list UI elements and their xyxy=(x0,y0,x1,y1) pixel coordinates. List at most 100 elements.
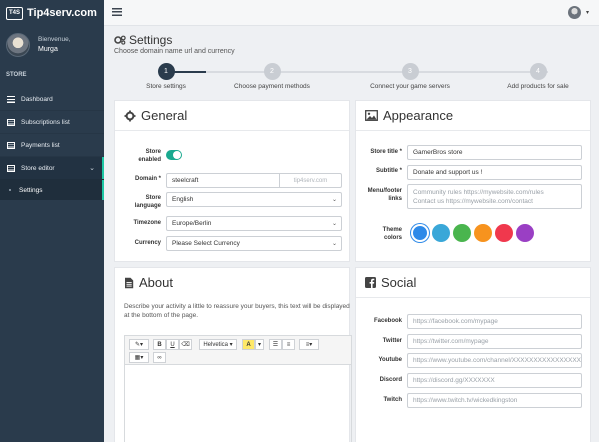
step-3[interactable]: 3 Connect your game servers xyxy=(350,63,470,90)
avatar[interactable] xyxy=(6,33,30,57)
sidebar-item-payments[interactable]: Payments list xyxy=(0,134,104,157)
bullet-icon xyxy=(9,189,11,191)
text-color-icon[interactable]: A xyxy=(242,339,255,350)
sidebar-item-label: Payments list xyxy=(21,141,60,149)
chevron-down-icon: ⌄ xyxy=(331,197,337,203)
twitter-input[interactable]: https://twitter.com/mypage xyxy=(407,334,582,349)
sidebar-section-label: STORE xyxy=(6,72,27,78)
page-title: Settings xyxy=(114,33,172,47)
timezone-select[interactable]: Europe/Berlin ⌄ xyxy=(166,216,342,231)
twitch-input[interactable]: https://www.twitch.tv/wickedkingston xyxy=(407,393,582,408)
store-language-select[interactable]: English ⌄ xyxy=(166,192,342,207)
theme-colors-label: Theme colors xyxy=(382,227,402,241)
bold-button[interactable]: B xyxy=(153,339,166,350)
main-content: Settings Choose domain name url and curr… xyxy=(104,27,599,442)
youtube-label: Youtube xyxy=(378,357,402,363)
align-dropdown[interactable]: ≡▾ xyxy=(299,339,319,350)
sidebar-item-label: Store editor xyxy=(21,164,55,172)
discord-label: Discord xyxy=(379,377,402,383)
general-card: General Store enabled Domain * steelcraf… xyxy=(114,100,350,262)
card-title: General xyxy=(124,108,187,123)
menu-toggle-icon[interactable] xyxy=(112,8,122,16)
theme-color-swatch[interactable] xyxy=(474,224,492,242)
step-2[interactable]: 2 Choose payment methods xyxy=(212,63,332,90)
currency-label: Currency xyxy=(134,240,161,246)
gears-icon xyxy=(114,35,126,45)
theme-color-swatch[interactable] xyxy=(411,224,429,242)
table-icon[interactable]: ▦▾ xyxy=(129,352,149,363)
sidebar-item-subscriptions[interactable]: Subscriptions list xyxy=(0,111,104,134)
social-card: Social Facebook https://facebook.com/myp… xyxy=(355,267,591,442)
about-description: Describe your activity a little to reass… xyxy=(124,303,350,319)
page-subtitle: Choose domain name url and currency xyxy=(114,48,235,55)
user-panel: Bienvenue, Murga xyxy=(0,28,104,62)
caret-down-icon[interactable]: ▾ xyxy=(586,9,589,16)
font-family-dropdown[interactable]: Helvetica ▾ xyxy=(199,339,237,350)
brand-name: Tip4serv.com xyxy=(27,7,97,19)
eraser-icon[interactable]: ⌫ xyxy=(179,339,192,350)
card-title: Appearance xyxy=(365,108,453,123)
editor-toolbar: ✎▾ B U ⌫ Helvetica ▾ A ▾ ☰ ≡ ≡▾ ▦▾ ∞ xyxy=(125,336,351,365)
grid-icon xyxy=(7,164,15,172)
domain-suffix: tip4serv.com xyxy=(279,174,341,187)
sidebar: T4S Tip4serv.com Bienvenue, Murga STORE … xyxy=(0,0,104,442)
card-title: Social xyxy=(365,275,416,290)
subtitle-label: Subtitle * xyxy=(375,168,402,174)
image-icon xyxy=(365,110,378,121)
facebook-input[interactable]: https://facebook.com/mypage xyxy=(407,314,582,329)
progress-steps: 1 Store settings 2 Choose payment method… xyxy=(114,61,594,91)
sidebar-item-dashboard[interactable]: Dashboard xyxy=(0,88,104,111)
facebook-label: Facebook xyxy=(373,318,402,324)
store-enabled-toggle[interactable] xyxy=(166,150,182,160)
sidebar-item-label: Subscriptions list xyxy=(21,118,70,126)
menu-footer-links-textarea[interactable]: Community rules https://mywebsite.com/ru… xyxy=(407,184,582,209)
sidebar-item-store-editor[interactable]: Store editor ⌄ xyxy=(0,157,104,180)
store-enabled-label: Store enabled xyxy=(138,149,161,163)
sidebar-item-label: Dashboard xyxy=(21,95,53,103)
store-title-label: Store title * xyxy=(370,149,402,155)
youtube-input[interactable]: https://www.youtube.com/channel/XXXXXXXX… xyxy=(407,353,582,368)
user-avatar-button[interactable] xyxy=(568,6,581,19)
store-language-label: Store language xyxy=(134,195,161,209)
theme-color-swatch[interactable] xyxy=(495,224,513,242)
step-4[interactable]: 4 Add products for sale xyxy=(478,63,598,90)
timezone-label: Timezone xyxy=(133,220,161,226)
appearance-card: Appearance Store title * GamerBros store… xyxy=(355,100,591,262)
chevron-down-icon: ⌄ xyxy=(89,165,95,172)
brand-logo-icon: T4S xyxy=(6,6,23,20)
list-icon xyxy=(7,118,15,126)
unordered-list-icon[interactable]: ☰ xyxy=(269,339,282,350)
step-1[interactable]: 1 Store settings xyxy=(106,63,226,90)
theme-color-swatch[interactable] xyxy=(432,224,450,242)
dashboard-icon xyxy=(7,95,15,103)
page-title-text: Settings xyxy=(129,33,173,47)
currency-select[interactable]: Please Select Currency ⌄ xyxy=(166,236,342,251)
magic-icon[interactable]: ✎▾ xyxy=(129,339,149,350)
chevron-down-icon: ⌄ xyxy=(331,221,337,227)
sidebar-subitem-label: Settings xyxy=(19,186,43,194)
twitter-label: Twitter xyxy=(382,338,402,344)
theme-color-swatch[interactable] xyxy=(516,224,534,242)
underline-button[interactable]: U xyxy=(166,339,179,350)
store-title-input[interactable]: GamerBros store xyxy=(407,145,582,160)
list-icon xyxy=(7,141,15,149)
gear-icon xyxy=(124,110,136,121)
chevron-down-icon: ⌄ xyxy=(331,241,337,247)
about-card: About Describe your activity a little to… xyxy=(114,267,352,442)
sidebar-subitem-settings[interactable]: Settings xyxy=(0,180,104,200)
domain-input[interactable]: steelcraft tip4serv.com xyxy=(166,173,342,188)
link-icon[interactable]: ∞ xyxy=(153,352,166,363)
twitch-label: Twitch xyxy=(383,397,402,403)
domain-label: Domain * xyxy=(134,176,161,182)
theme-color-swatch[interactable] xyxy=(453,224,471,242)
user-name: Murga xyxy=(38,46,58,53)
chevron-down-icon[interactable]: ▾ xyxy=(255,339,264,350)
card-title: About xyxy=(124,275,173,290)
rich-text-editor[interactable]: ✎▾ B U ⌫ Helvetica ▾ A ▾ ☰ ≡ ≡▾ ▦▾ ∞ xyxy=(124,335,352,442)
topbar: ▾ xyxy=(104,0,599,26)
subtitle-input[interactable]: Donate and support us ! xyxy=(407,165,582,180)
discord-input[interactable]: https://discord.gg/XXXXXXX xyxy=(407,373,582,388)
file-text-icon xyxy=(125,277,134,288)
brand[interactable]: T4S Tip4serv.com xyxy=(0,0,104,26)
ordered-list-icon[interactable]: ≡ xyxy=(282,339,295,350)
